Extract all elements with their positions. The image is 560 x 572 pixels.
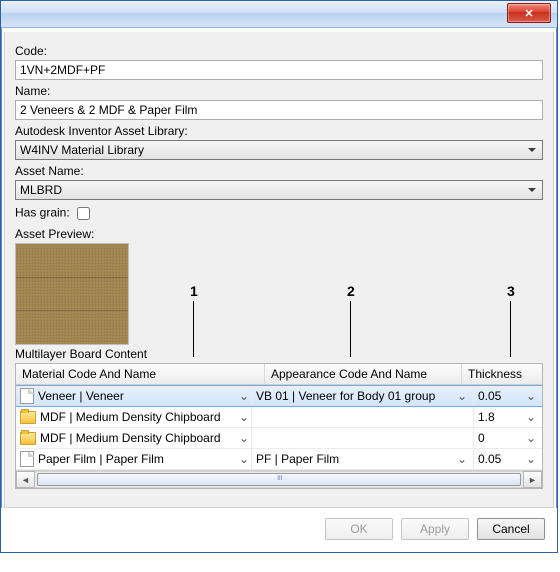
has-grain-checkbox[interactable] — [77, 207, 90, 220]
annotation-1: 1 — [190, 283, 198, 299]
folder-icon — [20, 411, 36, 424]
asset-name-combobox[interactable]: MLBRD — [15, 180, 543, 200]
material-cell: Veneer | Veneer — [38, 389, 237, 403]
chevron-down-icon[interactable]: ⌄ — [524, 431, 538, 445]
table-row[interactable]: Veneer | Veneer⌄VB 01 | Veneer for Body … — [16, 385, 542, 407]
chevron-down-icon[interactable]: ⌄ — [237, 431, 251, 445]
appearance-cell: PF | Paper Film — [256, 452, 455, 466]
multilayer-content-label: Multilayer Board Content — [15, 347, 543, 361]
chevron-down-icon[interactable]: ⌄ — [455, 452, 469, 466]
library-value: W4INV Material Library — [20, 143, 144, 157]
annotation-2: 2 — [347, 283, 355, 299]
asset-name-label: Asset Name: — [15, 164, 543, 178]
apply-button[interactable]: Apply — [401, 518, 469, 540]
annotation-3: 3 — [507, 283, 515, 299]
name-label: Name: — [15, 84, 543, 98]
code-label: Code: — [15, 44, 543, 58]
texture-noise — [16, 244, 128, 344]
chevron-down-icon[interactable]: ⌄ — [455, 389, 469, 403]
scroll-left-button[interactable]: ◄ — [16, 471, 35, 488]
col-material-header[interactable]: Material Code And Name — [16, 364, 265, 384]
annotation-2-tick — [350, 301, 351, 357]
scroll-track[interactable] — [35, 471, 523, 488]
has-grain-row: Has grain: — [15, 204, 543, 223]
has-grain-label: Has grain: — [15, 206, 70, 220]
chevron-down-icon[interactable]: ⌄ — [524, 389, 538, 403]
chevron-right-icon: ► — [528, 475, 537, 485]
material-cell: Paper Film | Paper Film — [38, 452, 237, 466]
chevron-down-icon[interactable]: ⌄ — [237, 410, 251, 424]
thickness-cell: 0 — [478, 431, 485, 445]
close-icon: ✕ — [524, 7, 533, 20]
chevron-down-icon[interactable]: ⌄ — [237, 452, 251, 466]
col-appearance-header[interactable]: Appearance Code And Name — [265, 364, 462, 384]
preview-area: 1 2 3 — [15, 243, 543, 343]
chevron-down-icon[interactable]: ⌄ — [524, 410, 538, 424]
folder-icon — [20, 432, 36, 445]
dialog-content: Code: Name: Autodesk Inventor Asset Libr… — [4, 32, 554, 508]
grid-body: Veneer | Veneer⌄VB 01 | Veneer for Body … — [16, 385, 542, 470]
table-row[interactable]: MDF | Medium Density Chipboard⌄0⌄ — [16, 428, 542, 449]
thickness-cell: 1.8 — [478, 410, 495, 424]
name-input[interactable] — [15, 100, 543, 120]
grid-header: Material Code And Name Appearance Code A… — [16, 364, 542, 385]
thickness-cell: 0.05 — [478, 452, 501, 466]
library-combobox[interactable]: W4INV Material Library — [15, 140, 543, 160]
document-icon — [20, 451, 34, 467]
chevron-left-icon: ◄ — [21, 475, 30, 485]
window-close-button[interactable]: ✕ — [507, 3, 551, 23]
scroll-thumb[interactable] — [37, 473, 521, 486]
col-thickness-header[interactable]: Thickness — [462, 364, 542, 384]
table-row[interactable]: MDF | Medium Density Chipboard⌄1.8⌄ — [16, 407, 542, 428]
material-cell: MDF | Medium Density Chipboard — [40, 410, 237, 424]
annotation-1-tick — [193, 301, 194, 357]
annotation-3-tick — [510, 301, 511, 357]
content-grid: Material Code And Name Appearance Code A… — [15, 363, 543, 489]
title-bar[interactable]: ✕ — [1, 1, 557, 28]
material-cell: MDF | Medium Density Chipboard — [40, 431, 237, 445]
thickness-cell: 0.05 — [478, 389, 501, 403]
scroll-right-button[interactable]: ► — [523, 471, 542, 488]
document-icon — [20, 388, 34, 404]
chevron-down-icon[interactable]: ⌄ — [524, 452, 538, 466]
horizontal-scrollbar[interactable]: ◄ ► — [16, 470, 542, 488]
dialog-footer: OK Apply Cancel — [1, 508, 557, 552]
appearance-cell: VB 01 | Veneer for Body 01 group — [256, 389, 455, 403]
asset-preview-label: Asset Preview: — [15, 227, 543, 241]
ok-button[interactable]: OK — [325, 518, 393, 540]
asset-name-value: MLBRD — [20, 183, 62, 197]
table-row[interactable]: Paper Film | Paper Film⌄PF | Paper Film⌄… — [16, 449, 542, 470]
chevron-down-icon[interactable]: ⌄ — [237, 389, 251, 403]
asset-preview-swatch — [15, 243, 129, 345]
library-label: Autodesk Inventor Asset Library: — [15, 124, 543, 138]
cancel-button[interactable]: Cancel — [477, 518, 545, 540]
code-input[interactable] — [15, 60, 543, 80]
dialog-window: ✕ Code: Name: Autodesk Inventor Asset Li… — [0, 0, 558, 553]
